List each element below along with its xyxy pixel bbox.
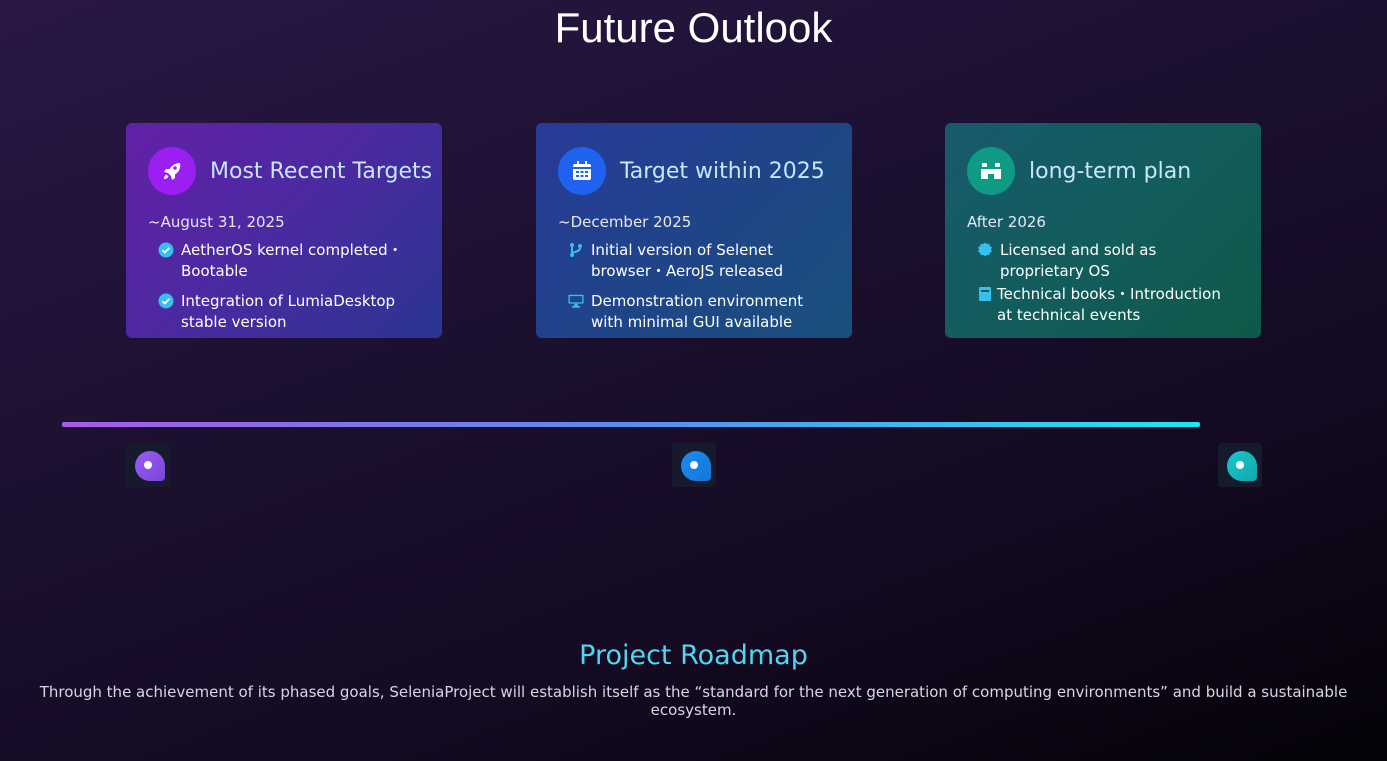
list-item: Initial version of Selenet browser・AeroJ… — [558, 240, 832, 282]
timeline-node-1 — [126, 443, 170, 487]
card-date: After 2026 — [967, 213, 1046, 231]
code-branch-icon — [570, 243, 582, 257]
card-title: Target within 2025 — [620, 158, 825, 184]
desktop-icon — [568, 294, 584, 308]
calendar-icon — [558, 147, 606, 195]
page-title: Future Outlook — [554, 4, 833, 51]
roadmap-description: Through the achievement of its phased go… — [39, 683, 1348, 719]
list-item: AetherOS kernel completed・Bootable — [148, 240, 422, 282]
list-item-text: Initial version of Selenet browser・AeroJ… — [591, 241, 784, 280]
card-date: ~December 2025 — [558, 213, 692, 231]
timeline-marker-icon — [681, 451, 711, 481]
list-item: Demonstration environment with minimal G… — [558, 291, 832, 333]
card-header: Most Recent Targets — [148, 145, 432, 197]
timeline-node-2 — [672, 443, 716, 487]
list-item-text: Integration of LumiaDesktop stable versi… — [181, 292, 396, 331]
certificate-icon — [978, 242, 992, 257]
book-icon — [979, 287, 991, 301]
check-circle-icon — [158, 293, 174, 309]
card-target-within-2025: Target within 2025 ~December 2025 Initia… — [536, 123, 852, 338]
list-item-text: Technical books・Introduction at technica… — [997, 285, 1221, 324]
card-header: long-term plan — [967, 145, 1241, 197]
card-date: ~August 31, 2025 — [148, 213, 285, 231]
card-header: Target within 2025 — [558, 145, 832, 197]
roadmap-title: Project Roadmap — [579, 640, 808, 671]
timeline-marker-icon — [135, 451, 165, 481]
list-item: Integration of LumiaDesktop stable versi… — [148, 291, 422, 333]
card-title: long-term plan — [1029, 158, 1192, 184]
list-item: Technical books・Introduction at technica… — [967, 284, 1241, 326]
list-item: Licensed and sold as proprietary OS — [967, 240, 1241, 282]
timeline-node-3 — [1218, 443, 1262, 487]
timeline-bar — [62, 422, 1200, 427]
binoculars-icon — [967, 147, 1015, 195]
card-most-recent-targets: Most Recent Targets ~August 31, 2025 Aet… — [126, 123, 442, 338]
check-circle-icon — [158, 242, 174, 258]
list-item-text: Licensed and sold as proprietary OS — [1000, 241, 1157, 280]
card-long-term-plan: long-term plan After 2026 Licensed and s… — [945, 123, 1261, 338]
rocket-icon — [148, 147, 196, 195]
list-item-text: Demonstration environment with minimal G… — [591, 292, 804, 331]
list-item-text: AetherOS kernel completed・Bootable — [181, 241, 403, 280]
timeline-marker-icon — [1227, 451, 1257, 481]
card-title: Most Recent Targets — [210, 158, 433, 184]
